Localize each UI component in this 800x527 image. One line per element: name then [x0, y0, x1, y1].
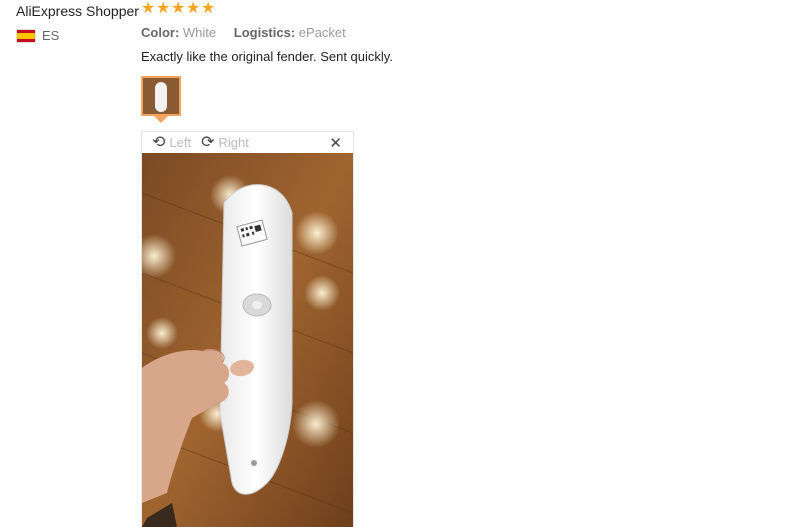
product-attributes: Color: White Logistics: ePacket	[141, 25, 360, 40]
star-icon: ★	[141, 0, 156, 17]
color-value: White	[182, 25, 217, 40]
viewer-toolbar: ⟲ Left ⟳ Right ✕	[142, 132, 353, 153]
star-icon: ★	[201, 0, 216, 17]
rating-stars: ★ ★ ★ ★ ★	[141, 0, 216, 17]
review-photo	[142, 153, 353, 527]
reviewer-name: AliExpress Shopper	[16, 3, 139, 19]
close-icon[interactable]: ✕	[329, 134, 342, 152]
review-text: Exactly like the original fender. Sent q…	[141, 49, 393, 64]
logistics-value: ePacket	[298, 25, 346, 40]
thumbnail-selected-caret	[154, 116, 168, 123]
rotate-right-label: Right	[218, 135, 249, 150]
logistics-label: Logistics:	[233, 25, 296, 40]
rotate-right-button[interactable]: ⟳ Right	[201, 133, 249, 151]
reviewer-country: ES	[16, 28, 59, 43]
color-label: Color:	[141, 25, 180, 40]
rotate-left-icon: ⟲	[152, 133, 166, 151]
rotate-right-icon: ⟳	[201, 133, 215, 151]
star-icon: ★	[156, 0, 171, 17]
spain-flag-icon	[16, 28, 36, 43]
country-code: ES	[42, 28, 60, 43]
rotate-left-button[interactable]: ⟲ Left	[152, 133, 192, 151]
star-icon: ★	[171, 0, 186, 17]
rotate-left-label: Left	[169, 135, 192, 150]
star-icon: ★	[186, 0, 201, 17]
photo-viewer: ⟲ Left ⟳ Right ✕	[141, 131, 354, 527]
review-photo-thumbnail[interactable]	[141, 76, 181, 116]
